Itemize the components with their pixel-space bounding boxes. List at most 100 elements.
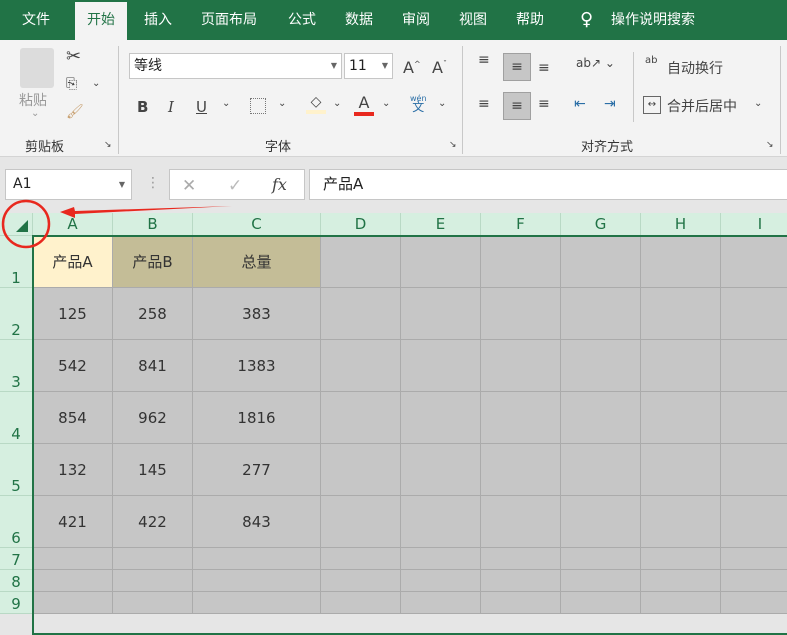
cell-G9[interactable] (561, 592, 641, 614)
cell-G5[interactable] (561, 444, 641, 496)
cell-B6[interactable]: 422 (113, 496, 193, 548)
font-launcher-icon[interactable]: ↘ (449, 140, 457, 150)
format-painter-icon[interactable]: 🖌 (66, 104, 84, 120)
bold-button[interactable]: B (137, 98, 148, 116)
cell-C6[interactable]: 843 (193, 496, 321, 548)
cell-E7[interactable] (401, 548, 481, 570)
tab-home[interactable]: 开始 (75, 2, 127, 40)
insert-function-button[interactable]: fx (272, 173, 287, 197)
cell-F8[interactable] (481, 570, 561, 592)
merge-center-button[interactable]: 合并后居中 (667, 96, 737, 116)
cell-E2[interactable] (401, 288, 481, 340)
cell-G7[interactable] (561, 548, 641, 570)
column-header-I[interactable]: I (721, 213, 787, 236)
cell-F9[interactable] (481, 592, 561, 614)
tab-data[interactable]: 数据 (345, 0, 373, 40)
cell-E4[interactable] (401, 392, 481, 444)
row-header-7[interactable]: 7 (0, 548, 33, 570)
cut-icon[interactable]: ✂ (66, 46, 81, 67)
cell-I5[interactable] (721, 444, 787, 496)
fill-color-dropdown-icon[interactable]: ⌄ (333, 98, 341, 109)
cell-A5[interactable]: 132 (33, 444, 113, 496)
align-right-icon[interactable]: ≡ (538, 96, 550, 112)
cell-I8[interactable] (721, 570, 787, 592)
cell-E3[interactable] (401, 340, 481, 392)
font-size-select[interactable]: 11 ▼ (344, 53, 393, 79)
increase-indent-icon[interactable]: ⇥ (604, 96, 616, 112)
cell-D7[interactable] (321, 548, 401, 570)
paste-icon[interactable] (20, 48, 54, 88)
wrap-text-button[interactable]: 自动换行 (667, 58, 723, 78)
underline-button[interactable]: U (196, 98, 207, 116)
cell-I4[interactable] (721, 392, 787, 444)
tab-page-layout[interactable]: 页面布局 (201, 0, 257, 40)
cell-B4[interactable]: 962 (113, 392, 193, 444)
cell-H5[interactable] (641, 444, 721, 496)
cell-D1[interactable] (321, 236, 401, 288)
cell-B8[interactable] (113, 570, 193, 592)
cell-H9[interactable] (641, 592, 721, 614)
cell-E9[interactable] (401, 592, 481, 614)
fill-color-icon[interactable]: ◇ (306, 94, 326, 114)
decrease-indent-icon[interactable]: ⇤ (574, 96, 586, 112)
cell-D3[interactable] (321, 340, 401, 392)
align-center-icon[interactable]: ≡ (503, 92, 531, 120)
cell-F7[interactable] (481, 548, 561, 570)
cell-E1[interactable] (401, 236, 481, 288)
cell-G8[interactable] (561, 570, 641, 592)
row-header-5[interactable]: 5 (0, 444, 33, 496)
search-tell-me[interactable]: 操作说明搜索 (611, 0, 695, 40)
cell-G3[interactable] (561, 340, 641, 392)
cancel-icon[interactable]: ✕ (182, 174, 196, 198)
cell-F4[interactable] (481, 392, 561, 444)
cell-A8[interactable] (33, 570, 113, 592)
cell-G2[interactable] (561, 288, 641, 340)
cell-C4[interactable]: 1816 (193, 392, 321, 444)
cell-H2[interactable] (641, 288, 721, 340)
cell-B7[interactable] (113, 548, 193, 570)
cell-G6[interactable] (561, 496, 641, 548)
column-header-E[interactable]: E (401, 213, 481, 236)
phonetic-dropdown-icon[interactable]: ⌄ (438, 98, 446, 109)
align-middle-icon[interactable]: ≡ (503, 53, 531, 81)
cell-D8[interactable] (321, 570, 401, 592)
cell-A9[interactable] (33, 592, 113, 614)
cell-C3[interactable]: 1383 (193, 340, 321, 392)
paste-button[interactable]: 粘贴 (19, 90, 47, 110)
cell-D6[interactable] (321, 496, 401, 548)
cell-I6[interactable] (721, 496, 787, 548)
column-header-D[interactable]: D (321, 213, 401, 236)
orientation-icon[interactable]: ab↗ ⌄ (576, 56, 615, 70)
font-color-dropdown-icon[interactable]: ⌄ (382, 98, 390, 109)
cell-H8[interactable] (641, 570, 721, 592)
cell-F5[interactable] (481, 444, 561, 496)
tab-file[interactable]: 文件 (22, 0, 50, 40)
cell-C9[interactable] (193, 592, 321, 614)
row-header-6[interactable]: 6 (0, 496, 33, 548)
copy-dropdown-icon[interactable]: ⌄ (92, 78, 100, 89)
cell-A4[interactable]: 854 (33, 392, 113, 444)
cell-C2[interactable]: 383 (193, 288, 321, 340)
cell-H1[interactable] (641, 236, 721, 288)
cell-D5[interactable] (321, 444, 401, 496)
cell-F6[interactable] (481, 496, 561, 548)
column-header-H[interactable]: H (641, 213, 721, 236)
cell-B5[interactable]: 145 (113, 444, 193, 496)
cell-B1[interactable]: 产品B (113, 236, 193, 288)
cell-A7[interactable] (33, 548, 113, 570)
cell-H7[interactable] (641, 548, 721, 570)
cell-H6[interactable] (641, 496, 721, 548)
tab-formulas[interactable]: 公式 (288, 0, 316, 40)
tab-help[interactable]: 帮助 (516, 0, 544, 40)
select-all-button[interactable] (0, 213, 33, 236)
align-left-icon[interactable]: ≡ (478, 96, 490, 112)
row-header-1[interactable]: 1 (0, 236, 33, 288)
cell-A6[interactable]: 421 (33, 496, 113, 548)
column-header-G[interactable]: G (561, 213, 641, 236)
font-name-select[interactable]: 等线 ▼ (129, 53, 342, 79)
column-header-A[interactable]: A (33, 213, 113, 236)
decrease-font-icon[interactable]: Aˇ (432, 58, 447, 77)
column-header-C[interactable]: C (193, 213, 321, 236)
row-header-2[interactable]: 2 (0, 288, 33, 340)
borders-dropdown-icon[interactable]: ⌄ (278, 98, 286, 109)
